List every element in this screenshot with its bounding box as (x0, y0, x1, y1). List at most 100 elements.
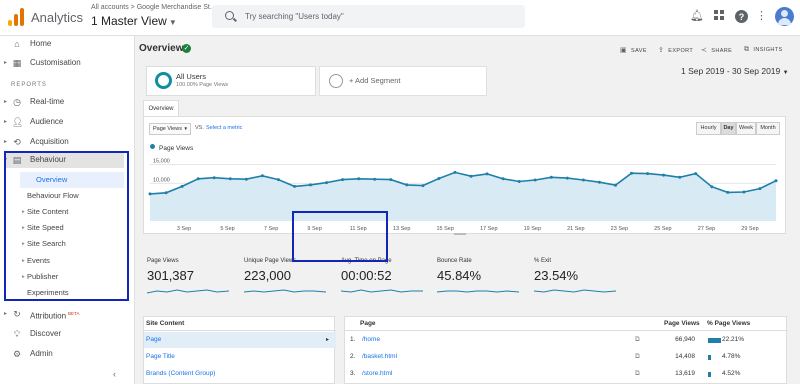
x-tick-label: 21 Sep (567, 226, 584, 232)
page-views-chart[interactable]: 15,00010,0003 Sep 5 Sep 7 Sep 9 Sep 11 Sep 13… (144, 153, 787, 235)
search-placeholder: Try searching "Users today" (245, 12, 344, 21)
help-icon[interactable]: ? (735, 10, 748, 23)
page-link[interactable]: /home (362, 332, 380, 348)
data-point (726, 190, 730, 194)
expand-arrow-icon: ▸ (4, 60, 8, 66)
select-metric-link[interactable]: Select a metric (206, 125, 242, 131)
sidebar-item-realtime[interactable]: ▸ ◷ Real-time (0, 94, 134, 110)
granularity-month[interactable]: Month (756, 122, 780, 135)
legend-dot-icon (150, 144, 155, 149)
sidebar-item-acquisition[interactable]: ▸ ⟲ Acquisition (0, 134, 134, 150)
sparkline (341, 289, 423, 293)
x-tick-label: 19 Sep (524, 226, 541, 232)
data-point (630, 171, 633, 175)
data-point (421, 184, 425, 188)
data-point (533, 178, 537, 182)
sidebar-item-discover[interactable]: 💡︎ Discover (0, 326, 134, 342)
analytics-logo[interactable] (8, 8, 24, 26)
attribution-icon: ↻ (13, 309, 21, 319)
caret-down-icon: ▼ (183, 126, 188, 131)
acquisition-icon: ⟲ (13, 137, 21, 147)
metric-select-value: Page Views (153, 126, 182, 132)
account-breadcrumb[interactable]: All accounts > Google Merchandise St... (91, 4, 216, 11)
lightbulb-icon: 💡︎ (13, 329, 21, 339)
search-input[interactable]: Try searching "Users today" (212, 5, 525, 28)
share-button[interactable]: ≺ SHARE (701, 46, 732, 54)
data-point (196, 177, 200, 181)
add-segment-button[interactable]: + Add Segment (319, 66, 487, 96)
data-point (453, 170, 457, 174)
site-content-table: Site Content Page ▸ Page Title Brands (Co… (143, 316, 336, 384)
site-content-row-page-title[interactable]: Page Title (144, 349, 336, 365)
chart-legend: Page Views (150, 144, 193, 152)
collapse-sidebar-icon[interactable]: ‹ (113, 369, 116, 379)
granularity-week[interactable]: Week (736, 122, 756, 135)
segment-name: All Users (176, 72, 207, 81)
scorecard-label: Page Views (147, 258, 179, 264)
sparkline (147, 289, 229, 294)
chart-scroll-handle (454, 233, 466, 235)
x-tick-label: 7 Sep (264, 226, 278, 232)
sidebar-item-attribution[interactable]: ▸ ↻ Attribution BETA (0, 306, 134, 322)
expand-arrow-icon: ▸ (4, 119, 8, 125)
scorecard-exit[interactable]: % Exit 23.54% (530, 246, 620, 304)
check-icon: ✓ (182, 44, 191, 53)
view-selector[interactable]: 1 Master View ▼ (91, 14, 177, 28)
x-tick-label: 15 Sep (436, 226, 453, 232)
data-point (646, 172, 650, 176)
column-header-page: Page (360, 320, 376, 327)
gear-icon: ⚙ (12, 349, 22, 359)
save-button[interactable]: ▣ SAVE (620, 46, 647, 54)
tab-overview[interactable]: Overview (143, 100, 179, 117)
page-link[interactable]: /store.html (362, 366, 392, 382)
row-number: 1. (350, 336, 356, 343)
external-link-icon[interactable]: ⧉ (635, 349, 640, 365)
metric-select[interactable]: Page Views ▼ (149, 123, 191, 135)
scorecard-value: 301,387 (147, 268, 194, 283)
data-point (774, 179, 778, 183)
sidebar-item-label: Discover (30, 329, 62, 338)
page-link[interactable]: /basket.html (362, 349, 397, 365)
row-number: 2. (350, 353, 356, 360)
granularity-hourly[interactable]: Hourly (696, 122, 721, 135)
external-link-icon[interactable]: ⧉ (635, 332, 640, 348)
date-range-picker[interactable]: 1 Sep 2019 - 30 Sep 2019 ▼ (681, 66, 789, 76)
user-avatar[interactable] (775, 7, 794, 26)
external-link-icon[interactable]: ⧉ (635, 366, 640, 382)
x-tick-label: 25 Sep (654, 226, 671, 232)
site-content-row-brands[interactable]: Brands (Content Group) (144, 366, 336, 382)
data-point (212, 176, 216, 180)
data-point (501, 177, 505, 181)
scorecard-label: Unique Page Views (244, 258, 297, 264)
data-point (565, 176, 569, 180)
scorecard-bounce-rate[interactable]: Bounce Rate 45.84% (433, 246, 523, 304)
column-header-pct-page-views: % Page Views (707, 320, 751, 327)
sidebar-item-audience[interactable]: ▸ 👤︎ Audience (0, 114, 134, 130)
export-icon: ⇪ (658, 47, 665, 54)
apps-grid-icon[interactable] (713, 10, 726, 23)
sidebar-item-home[interactable]: ⌂ Home (0, 36, 134, 52)
x-tick-label: 3 Sep (177, 226, 191, 232)
sidebar-item-admin[interactable]: ⚙ Admin (0, 346, 134, 362)
granularity-day[interactable]: Day (721, 122, 736, 135)
segment-card[interactable]: All Users 100.00% Page Views (146, 66, 316, 96)
more-vert-icon[interactable]: ⋮ (755, 10, 768, 23)
insights-button[interactable]: ⧉ INSIGHTS (744, 46, 783, 54)
segment-subtitle: 100.00% Page Views (176, 82, 229, 88)
scorecard-page-views[interactable]: Page Views 301,387 (143, 246, 233, 304)
sparkline (244, 289, 326, 293)
pct-value: 4.78% (722, 353, 741, 360)
data-point (180, 184, 184, 188)
export-button[interactable]: ⇪ EXPORT (658, 46, 693, 54)
site-content-row-page[interactable]: Page ▸ (144, 332, 336, 348)
person-icon: 👤︎ (12, 117, 24, 127)
x-tick-label: 5 Sep (220, 226, 234, 232)
bell-icon[interactable]: 🔔︎ (690, 10, 704, 23)
expand-arrow-icon: ▸ (4, 311, 8, 317)
scorecard-label: % Exit (534, 258, 552, 264)
sidebar-item-customisation[interactable]: ▸ ▦ Customisation (0, 55, 134, 71)
pages-table-header: Page Page Views % Page Views (345, 317, 788, 331)
data-point (276, 178, 280, 182)
sidebar-item-label: Customisation (30, 58, 81, 67)
data-point (549, 175, 553, 179)
